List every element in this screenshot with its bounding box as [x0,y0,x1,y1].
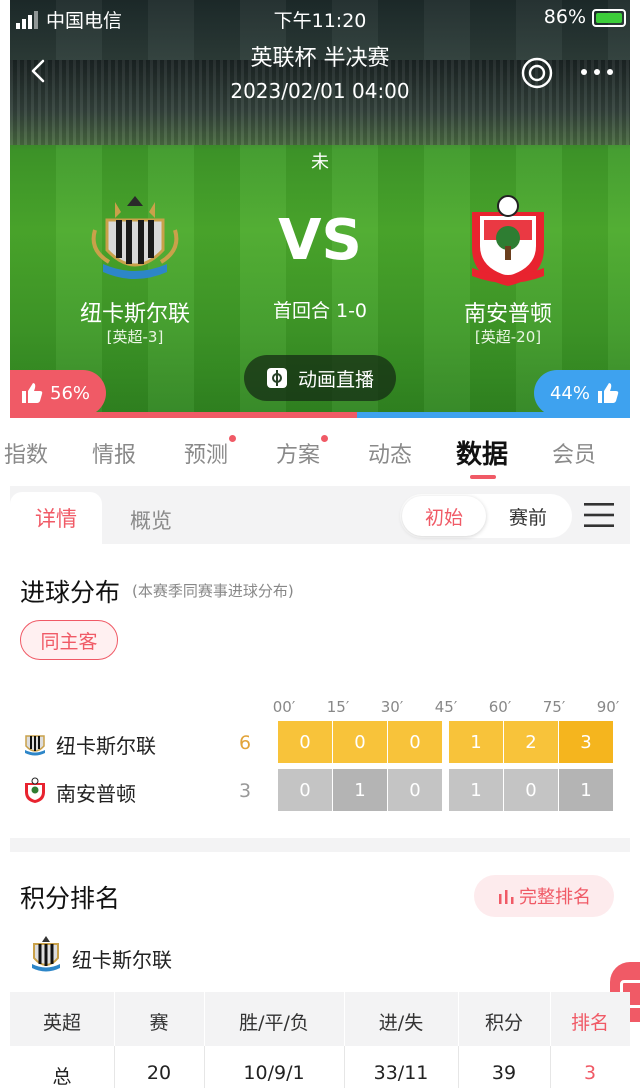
tab-prediction-label: 预测 [184,443,229,468]
home-goal-cell: 3 [559,721,613,763]
cell-scope: 总 [52,1066,72,1088]
header-wdl: 胜/平/负 [239,1012,309,1034]
tab-data[interactable]: 数据 [456,434,508,471]
new-dot [321,435,329,442]
time-tick-label: 00′ [272,698,296,716]
home-vote-bar [10,412,357,418]
thumbs-up-icon [22,383,43,403]
home-goal-cell: 1 [449,721,503,763]
header-points: 积分 [484,1012,523,1034]
toggle-prematch[interactable]: 赛前 [490,496,566,536]
bar-chart-icon [499,890,514,904]
away-total-goals: 3 [238,780,252,802]
away-goal-cell: 1 [333,769,387,811]
away-team-small-crest [25,777,45,803]
standings-team-name: 纽卡斯尔联 [72,948,172,972]
more-icon[interactable] [580,68,614,76]
header-goals: 进/失 [378,1012,424,1034]
home-goal-cell: 2 [504,721,558,763]
full-standings-label: 完整排名 [519,887,591,908]
match-state: 未 [311,152,329,173]
home-goal-cell: 0 [388,721,442,763]
cell-points: 39 [491,1062,517,1084]
standings-title: 积分排名 [20,884,121,913]
vs-label: VS [278,208,362,273]
full-standings-button[interactable]: 完整排名 [474,875,614,917]
live-animation-label: 动画直播 [297,368,374,391]
tab-prediction[interactable]: 预测 [184,435,237,469]
section-divider [10,838,630,852]
clock: 下午11:20 [273,10,367,32]
time-tick-label: 45′ [434,698,458,716]
time-tick-label: 90′ [596,698,620,716]
main-tabs: 指数 情报 预测 方案 动态 数据 会员 [0,425,640,485]
home-vote-button[interactable]: 56% [10,370,106,416]
away-team-name[interactable]: 南安普顿 [408,296,608,328]
tab-index[interactable]: 指数 [4,437,48,469]
header-league: 英超 [42,1012,81,1034]
home-team-small-crest [25,735,45,756]
away-vote-button[interactable]: 44% [534,370,630,416]
standings-team-crest [32,936,60,972]
header-played: 赛 [149,1012,169,1034]
goal-distribution-subtitle: (本赛季同赛事进球分布) [132,582,294,600]
toggle-initial[interactable]: 初始 [402,496,486,536]
subtab-overview[interactable]: 概览 [130,505,172,535]
pitch-icon [266,368,287,388]
time-tick-label: 15′ [326,698,350,716]
active-tab-indicator [470,475,496,479]
home-goal-cell: 0 [333,721,387,763]
menu-icon[interactable] [584,502,614,528]
home-team-row-name: 纽卡斯尔联 [56,734,156,758]
tab-plan[interactable]: 方案 [276,435,329,469]
thumbs-up-icon [598,383,619,403]
battery-icon [592,9,626,27]
time-tick-label: 75′ [542,698,566,716]
away-vote-bar [357,412,630,418]
away-team-league: [英超-20] [474,328,542,346]
home-total-goals: 6 [238,732,252,754]
follow-target-icon[interactable] [520,56,554,90]
match-header: 中国电信 下午11:20 86% 英联杯 半决赛 2023/02/01 04:0… [10,0,630,418]
goal-distribution-title: 进球分布 [20,578,121,607]
away-goal-cell: 0 [388,769,442,811]
subtab-detail[interactable]: 详情 [10,492,102,544]
live-animation-button[interactable]: 动画直播 [244,355,396,401]
time-tick-label: 30′ [380,698,404,716]
away-goal-cell: 1 [449,769,503,811]
tab-news[interactable]: 动态 [368,437,412,469]
battery-percent: 86% [543,6,586,28]
away-team-row-name: 南安普顿 [56,782,136,806]
away-goal-cell: 1 [559,769,613,811]
home-team-league: [英超-3] [106,328,164,346]
away-vote-percent: 44% [549,382,590,404]
status-bar: 中国电信 下午11:20 86% [10,6,630,32]
tab-plan-label: 方案 [276,443,321,468]
away-goal-cell: 0 [504,769,558,811]
tab-intel[interactable]: 情报 [92,437,136,469]
tab-member[interactable]: 会员 [552,437,596,469]
same-venue-filter[interactable]: 同主客 [20,620,118,660]
home-vote-percent: 56% [50,382,91,404]
home-goal-cell: 0 [278,721,332,763]
away-goal-cell: 0 [278,769,332,811]
cell-rank: 3 [583,1062,597,1084]
header-rank: 排名 [570,1012,609,1034]
time-tick-label: 60′ [488,698,512,716]
new-dot [229,435,237,442]
cell-goals: 33/11 [373,1062,429,1084]
cell-played: 20 [146,1062,172,1084]
cell-wdl: 10/9/1 [243,1062,305,1084]
